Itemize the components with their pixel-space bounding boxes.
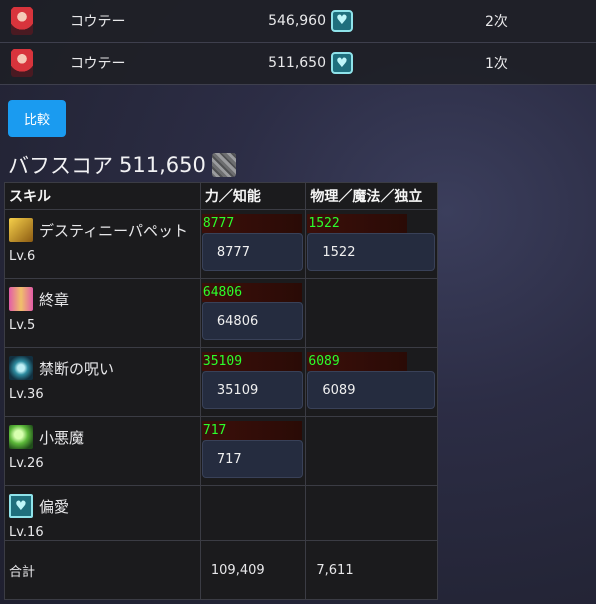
skill-table-header: スキル 力／知能 物理／魔法／独立 bbox=[4, 182, 438, 210]
stat-value: 717 bbox=[201, 440, 304, 478]
skill-row: 禁断の呪い Lv.36 35109 35109 6089 6089 bbox=[4, 347, 438, 417]
total-str-int: 109,409 bbox=[199, 540, 307, 600]
skill-row: デスティニーパペット Lv.6 8777 8777 1522 1522 bbox=[4, 209, 438, 279]
character-rank: 2次 bbox=[485, 13, 508, 30]
heart-icon: ♥ bbox=[331, 9, 353, 32]
skill-level: Lv.36 bbox=[9, 387, 44, 402]
stat-value: 35109 bbox=[201, 371, 304, 409]
character-score: 511,650 bbox=[268, 55, 326, 71]
character-list: コウテー 546,960 ♥ 2次 コウテー 511,650 ♥ 1次 bbox=[0, 0, 596, 85]
skill-level: Lv.6 bbox=[9, 249, 36, 264]
character-row[interactable]: コウテー 546,960 ♥ 2次 bbox=[0, 0, 596, 42]
stat-value: 6089 bbox=[307, 371, 435, 409]
stat-gauge: 717 bbox=[201, 421, 302, 440]
total-phys-mag: 7,611 bbox=[305, 540, 438, 600]
skill-row: 小悪魔 Lv.26 717 717 bbox=[4, 416, 438, 486]
stat-gauge: 1522 bbox=[307, 214, 408, 233]
stat-gauge: 35109 bbox=[201, 352, 302, 371]
character-row[interactable]: コウテー 511,650 ♥ 1次 bbox=[0, 42, 596, 84]
skill-name: 偏愛 bbox=[39, 497, 70, 516]
little-devil-icon bbox=[9, 425, 33, 449]
final-chapter-icon bbox=[9, 287, 33, 311]
heart-icon: ♥ bbox=[9, 494, 33, 518]
buff-score-value: 511,650 bbox=[119, 153, 206, 177]
character-name: コウテー bbox=[70, 13, 126, 30]
skill-row: 終章 Lv.5 64806 64806 bbox=[4, 278, 438, 348]
buff-score-heading: バフスコア 511,650 bbox=[8, 150, 236, 180]
skill-name: デスティニーパペット bbox=[39, 221, 188, 240]
class-emblem-icon bbox=[211, 153, 236, 177]
skill-level: Lv.26 bbox=[9, 456, 44, 471]
compare-button[interactable]: 比較 bbox=[8, 100, 66, 137]
character-score: 546,960 bbox=[268, 12, 326, 29]
skill-level: Lv.5 bbox=[9, 318, 36, 333]
stat-gauge: 64806 bbox=[201, 283, 302, 302]
destiny-puppet-icon bbox=[9, 218, 33, 242]
stat-gauge: 8777 bbox=[201, 214, 302, 233]
total-row: 合計 109,409 7,611 bbox=[4, 540, 438, 600]
stat-gauge: 6089 bbox=[307, 352, 408, 371]
character-avatar bbox=[11, 6, 33, 35]
character-avatar bbox=[11, 49, 33, 77]
character-rank: 1次 bbox=[485, 56, 508, 72]
stat-value: 1522 bbox=[307, 233, 435, 271]
buff-score-label: バフスコア bbox=[8, 154, 113, 178]
skill-level: Lv.16 bbox=[9, 525, 44, 540]
stat-value: 8777 bbox=[201, 233, 304, 271]
skill-name: 小悪魔 bbox=[39, 428, 85, 447]
character-name: コウテー bbox=[70, 56, 126, 72]
total-label: 合計 bbox=[4, 540, 201, 600]
header-phys-mag: 物理／魔法／独立 bbox=[305, 182, 438, 210]
header-skill: スキル bbox=[4, 182, 201, 210]
stat-value: 64806 bbox=[201, 302, 304, 340]
heart-icon: ♥ bbox=[331, 52, 353, 74]
forbidden-curse-icon bbox=[9, 356, 33, 380]
skill-name: 禁断の呪い bbox=[39, 359, 115, 378]
skill-row: ♥ 偏愛 Lv.16 bbox=[4, 485, 438, 541]
header-str-int: 力／知能 bbox=[199, 182, 307, 210]
skill-table: スキル 力／知能 物理／魔法／独立 デスティニーパペット Lv.6 8777 87… bbox=[4, 182, 438, 600]
skill-name: 終章 bbox=[39, 290, 70, 309]
